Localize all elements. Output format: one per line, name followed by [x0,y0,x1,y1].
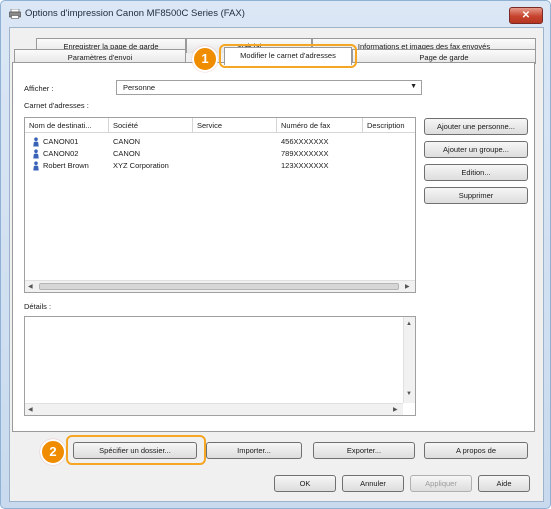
scroll-down-icon[interactable]: ▼ [406,391,412,397]
details-label: Détails : [24,302,52,311]
scroll-up-icon[interactable]: ▲ [406,321,412,327]
add-person-button[interactable]: Ajouter une personne... [424,118,528,135]
close-icon: ✕ [521,10,531,21]
tab-label: Paramètres d'envoi [67,53,133,62]
printer-icon [9,9,21,19]
tab-highlight-frame [219,44,357,68]
scroll-right-icon[interactable]: ▶ [393,406,398,413]
person-icon [33,137,39,147]
person-icon [33,149,39,159]
cell-fax: 789XXXXXXX [281,149,329,158]
table-row[interactable]: CANON02 CANON 789XXXXXXX [25,148,415,159]
scroll-right-icon[interactable]: ▶ [405,283,410,290]
column-header-description[interactable]: Description [363,118,415,133]
cell-name: Robert Brown [43,161,89,170]
cell-company: CANON [113,149,141,158]
column-header-label: Service [197,121,223,130]
apply-button[interactable]: Appliquer [410,475,472,492]
about-button[interactable]: A propos de [424,442,528,459]
table-row[interactable]: CANON01 CANON 456XXXXXXX [25,136,415,147]
column-header-service[interactable]: Service [193,118,277,133]
address-book-list[interactable]: Nom de destinati... Société Service Numé… [24,117,416,293]
afficher-value: Personne [123,83,156,92]
import-button[interactable]: Importer... [206,442,302,459]
export-button[interactable]: Exporter... [313,442,415,459]
edit-button[interactable]: Edition... [424,164,528,181]
ok-button[interactable]: OK [274,475,336,492]
tab-label: Page de garde [419,53,469,62]
folder-highlight-frame [66,435,206,465]
callout-1-badge: 1 [192,46,218,72]
scroll-left-icon[interactable]: ◀ [28,406,33,413]
vertical-scrollbar[interactable]: ▲ ▼ [403,317,415,403]
column-header-societe[interactable]: Société [109,118,193,133]
column-header-label: Numéro de fax [281,121,331,130]
delete-button[interactable]: Supprimer [424,187,528,204]
cell-fax: 123XXXXXXX [281,161,329,170]
cell-fax: 456XXXXXXX [281,137,329,146]
details-box[interactable]: ▲ ▼ ◀ ▶ [24,316,416,416]
close-button[interactable]: ✕ [509,7,543,24]
add-group-button[interactable]: Ajouter un groupe... [424,141,528,158]
horizontal-scrollbar[interactable]: ◀ ▶ [25,280,415,292]
title-bar[interactable]: Options d'impression Canon MF8500C Serie… [1,1,550,27]
afficher-label: Afficher : [24,84,54,93]
scrollbar-thumb[interactable] [39,283,399,290]
person-icon [33,161,39,171]
column-header-label: Société [113,121,139,130]
help-button[interactable]: Aide [478,475,530,492]
callout-2-badge: 2 [40,439,66,465]
cell-company: XYZ Corporation [113,161,169,170]
column-header-numero-fax[interactable]: Numéro de fax [277,118,363,133]
horizontal-scrollbar[interactable]: ◀ ▶ [25,403,403,415]
column-header-nom[interactable]: Nom de destinati... [25,118,109,133]
table-row[interactable]: Robert Brown XYZ Corporation 123XXXXXXX [25,160,415,171]
window-title: Options d'impression Canon MF8500C Serie… [25,8,245,19]
scroll-left-icon[interactable]: ◀ [28,283,33,290]
cell-company: CANON [113,137,141,146]
carnet-label: Carnet d'adresses : [24,101,89,110]
cell-name: CANON02 [43,149,79,158]
afficher-select[interactable]: Personne ▼ [116,80,422,95]
column-header-label: Description [367,121,405,130]
cancel-button[interactable]: Annuler [342,475,404,492]
chevron-down-icon: ▼ [410,83,417,90]
cell-name: CANON01 [43,137,79,146]
column-header-label: Nom de destinati... [29,121,92,130]
